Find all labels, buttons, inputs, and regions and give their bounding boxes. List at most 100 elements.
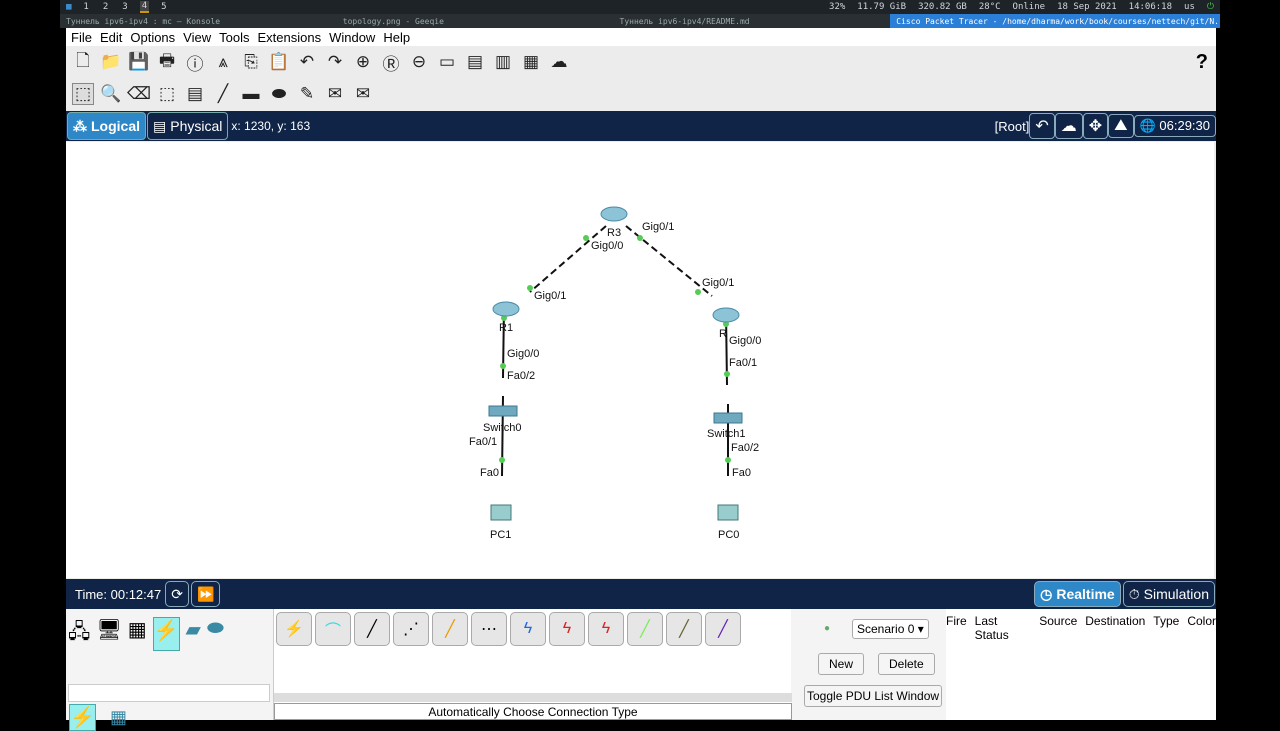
device-r1[interactable]: R1 bbox=[499, 322, 513, 334]
delete-icon[interactable]: ⌫ bbox=[127, 83, 151, 105]
auto-cable-icon[interactable]: ⚡ bbox=[276, 612, 312, 646]
custom-device-icon[interactable]: ▤ bbox=[464, 51, 486, 73]
serial-dce-icon[interactable]: ϟ bbox=[549, 612, 585, 646]
tab-physical[interactable]: ▤ Physical bbox=[147, 112, 229, 140]
toggle-pdu-list-button[interactable]: Toggle PDU List Window bbox=[804, 685, 943, 707]
inspect-icon[interactable]: 🔍 bbox=[100, 83, 122, 105]
notes-icon[interactable]: ▥ bbox=[492, 51, 514, 73]
menu-tools[interactable]: Tools bbox=[219, 30, 249, 45]
straight-through-icon[interactable]: ╱ bbox=[354, 612, 390, 646]
iot-cable-icon[interactable]: ╱ bbox=[666, 612, 702, 646]
horizontal-scrollbar[interactable] bbox=[274, 693, 792, 702]
task-konsole[interactable]: Туннель ipv6-ipv4 : mc — Konsole bbox=[60, 14, 337, 28]
zoom-out-icon[interactable]: ⊖ bbox=[408, 51, 430, 73]
delete-scenario-button[interactable]: Delete bbox=[878, 653, 935, 675]
usb-cable-icon[interactable]: ╱ bbox=[705, 612, 741, 646]
undo-icon[interactable]: ↶ bbox=[296, 51, 318, 73]
device-r3[interactable]: R3 bbox=[607, 227, 621, 239]
back-icon[interactable]: ↶ bbox=[1029, 113, 1055, 139]
zoom-in-icon[interactable]: ⊕ bbox=[352, 51, 374, 73]
category-search[interactable] bbox=[68, 684, 270, 702]
task-geeqie[interactable]: topology.png - Geeqie bbox=[337, 14, 614, 28]
logical-workspace[interactable]: R3 R1 R Switch0 Switch1 PC1 PC0 Gig0/1 G… bbox=[66, 142, 1214, 578]
paste-icon[interactable]: 📋 bbox=[268, 51, 290, 73]
simulation-button[interactable]: ⏱ Simulation bbox=[1122, 581, 1215, 607]
simple-pdu-icon[interactable]: ✉ bbox=[324, 83, 346, 105]
wizard-icon[interactable]: ⩓ bbox=[212, 51, 234, 73]
console-cable-icon[interactable]: ⌒ bbox=[315, 612, 351, 646]
menu-extensions[interactable]: Extensions bbox=[257, 30, 321, 45]
task-packet-tracer[interactable]: Cisco Packet Tracer - /home/dharma/work/… bbox=[890, 14, 1221, 28]
save-icon[interactable]: 💾 bbox=[128, 51, 150, 73]
resize-icon[interactable]: ⬚ bbox=[156, 83, 178, 105]
print-icon[interactable]: 🖶 bbox=[156, 51, 178, 73]
column-destination[interactable]: Destination bbox=[1085, 614, 1145, 720]
fiber-icon[interactable]: ╱ bbox=[432, 612, 468, 646]
coaxial-icon[interactable]: ϟ bbox=[510, 612, 546, 646]
menu-options[interactable]: Options bbox=[130, 30, 175, 45]
power-cycle-icon[interactable]: ⟳ bbox=[165, 581, 189, 607]
root-label[interactable]: [Root] bbox=[995, 119, 1030, 134]
cluster-icon[interactable]: ☁ bbox=[1054, 113, 1083, 139]
power-icon[interactable]: ⏻ bbox=[1207, 2, 1214, 12]
phone-cable-icon[interactable]: ⋯ bbox=[471, 612, 507, 646]
scenario-select[interactable]: Scenario 0 ▾ bbox=[852, 619, 929, 639]
cloud-icon[interactable]: ☁ bbox=[548, 51, 570, 73]
freeform-icon[interactable]: ✎ bbox=[296, 83, 318, 105]
column-type[interactable]: Type bbox=[1153, 614, 1179, 720]
device-r2[interactable]: R bbox=[719, 328, 727, 340]
menu-window[interactable]: Window bbox=[329, 30, 375, 45]
workspace-2[interactable]: 2 bbox=[101, 2, 110, 12]
multiuser-icon[interactable]: ⬬ bbox=[207, 617, 224, 651]
column-source[interactable]: Source bbox=[1039, 614, 1077, 720]
network-devices-icon[interactable]: 🖧 bbox=[68, 617, 90, 651]
column-fire[interactable]: Fire bbox=[946, 614, 967, 720]
menu-edit[interactable]: Edit bbox=[100, 30, 122, 45]
move-icon[interactable]: ✥ bbox=[1082, 113, 1109, 139]
workspace-3[interactable]: 3 bbox=[120, 2, 129, 12]
zoom-reset-icon[interactable]: Ⓡ bbox=[380, 51, 402, 74]
end-devices-icon[interactable]: 🖥 bbox=[96, 617, 121, 651]
select-icon[interactable]: ⬚ bbox=[72, 83, 94, 105]
keyboard-layout[interactable]: us bbox=[1184, 2, 1195, 12]
serial-dte-icon[interactable]: ϟ bbox=[588, 612, 624, 646]
task-readme[interactable]: Туннель ipv6-ipv4/README.md bbox=[614, 14, 891, 28]
open-folder-icon[interactable]: 📁 bbox=[100, 51, 122, 73]
auto-connection-icon[interactable]: ⚡ bbox=[69, 704, 96, 731]
background-icon[interactable]: ⛰ bbox=[1108, 114, 1134, 138]
tab-logical[interactable]: ⁂ Logical bbox=[67, 112, 147, 140]
menu-file[interactable]: File bbox=[71, 30, 92, 45]
info-icon[interactable]: ⓘ bbox=[184, 51, 206, 74]
rectangle-icon[interactable]: ▬ bbox=[240, 83, 262, 105]
octal-icon[interactable]: ╱ bbox=[627, 612, 663, 646]
draw-line-icon[interactable]: ╱ bbox=[212, 83, 234, 105]
realtime-button[interactable]: ◷ Realtime bbox=[1034, 581, 1121, 607]
workspace-4[interactable]: 4 bbox=[139, 1, 150, 13]
help-button[interactable]: ? bbox=[1196, 51, 1208, 74]
components-icon[interactable]: ▦ bbox=[128, 617, 147, 651]
workspace-5[interactable]: 5 bbox=[159, 2, 168, 12]
column-color[interactable]: Color bbox=[1187, 614, 1216, 720]
menu-help[interactable]: Help bbox=[383, 30, 410, 45]
copy-icon[interactable]: ⎘ bbox=[240, 51, 262, 73]
device-pc1[interactable]: PC1 bbox=[490, 529, 511, 541]
device-switch1[interactable]: Switch1 bbox=[707, 428, 746, 440]
device-switch0[interactable]: Switch0 bbox=[483, 422, 522, 434]
ellipse-icon[interactable]: ⬬ bbox=[268, 83, 290, 105]
connections-icon[interactable]: ⚡ bbox=[152, 617, 180, 651]
device-template-icon[interactable]: ▦ bbox=[520, 51, 542, 73]
crossover-icon[interactable]: ⋰ bbox=[393, 612, 429, 646]
new-scenario-button[interactable]: New bbox=[818, 653, 865, 675]
grid-icon[interactable]: ▦ bbox=[110, 707, 127, 728]
column-last-status[interactable]: Last Status bbox=[975, 614, 1032, 720]
device-pc0[interactable]: PC0 bbox=[718, 529, 739, 541]
new-file-icon[interactable]: 🗋 bbox=[72, 51, 94, 73]
misc-icon[interactable]: ▰ bbox=[186, 617, 201, 651]
note-icon[interactable]: ▤ bbox=[184, 83, 206, 105]
apps-icon[interactable]: ▦ bbox=[66, 2, 71, 12]
fast-forward-icon[interactable]: ⏩ bbox=[190, 581, 221, 607]
menu-view[interactable]: View bbox=[183, 30, 211, 45]
complex-pdu-icon[interactable]: ✉ bbox=[352, 83, 374, 105]
workspace-1[interactable]: 1 bbox=[81, 2, 90, 12]
palette-icon[interactable]: ▭ bbox=[436, 51, 458, 73]
